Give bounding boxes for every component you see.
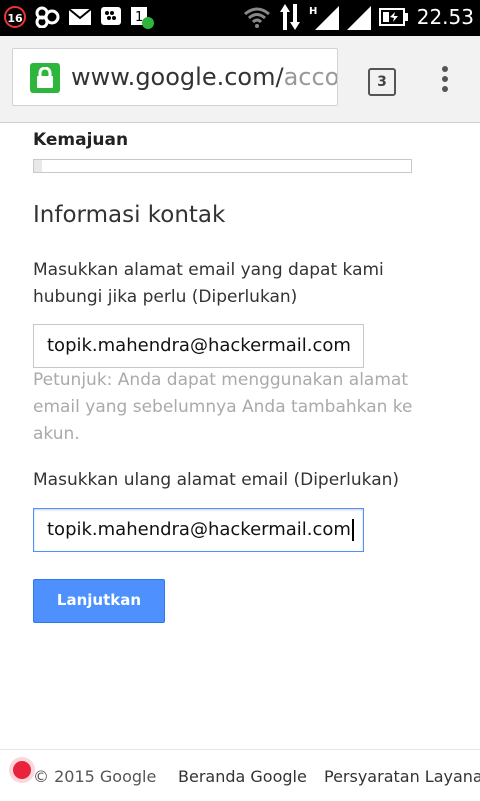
tab-switcher-button[interactable]: 3 [368, 68, 396, 96]
hspa-icon: H [309, 6, 339, 30]
email-hint: Petunjuk: Anda dapat menggunakan alamat … [33, 370, 413, 444]
url-path: accou [283, 63, 338, 91]
progress-fill [34, 160, 42, 172]
bbm-icon [101, 7, 121, 25]
url-text: www.google.com/accou [71, 63, 338, 91]
signal-icon [346, 6, 371, 30]
continue-button[interactable]: Lanjutkan [33, 579, 165, 623]
progress-bar [33, 159, 412, 173]
sync-icon [35, 6, 60, 28]
copyright-text: © 2015 Google [33, 767, 157, 786]
browser-toolbar: www.google.com/accou 3 [0, 36, 480, 123]
notification-badge-icon: 16 [4, 6, 26, 28]
address-bar[interactable]: www.google.com/accou [12, 48, 338, 106]
status-left-icons: 16 1 [4, 5, 154, 29]
status-bar: 16 1 H 22.53 [0, 0, 480, 36]
mail-icon [68, 8, 92, 25]
confirm-email-field[interactable]: topik.mahendra@hackermail.com [33, 508, 364, 552]
status-right-icons: H 22.53 [243, 4, 474, 30]
lock-icon [30, 63, 60, 93]
email-label: Masukkan alamat email yang dapat kami hu… [33, 260, 384, 307]
confirm-email-value: topik.mahendra@hackermail.com [47, 519, 351, 540]
text-caret [351, 519, 354, 541]
email-field[interactable]: topik.mahendra@hackermail.com [33, 324, 364, 368]
url-domain: www.google.com/ [71, 63, 284, 91]
battery-icon [378, 8, 408, 26]
svg-text:H: H [309, 6, 317, 17]
terms-link[interactable]: Persyaratan Layanan [324, 767, 480, 786]
page-footer: © 2015 Google Beranda Google Persyaratan… [0, 749, 480, 801]
data-transfer-icon [279, 4, 300, 30]
google-home-link[interactable]: Beranda Google [178, 767, 307, 786]
progress-label: Kemajuan [33, 130, 129, 150]
record-indicator-icon [13, 761, 31, 779]
confirm-email-label: Masukkan ulang alamat email (Diperlukan) [33, 470, 400, 490]
sync-update-icon: 1 [131, 7, 154, 29]
wifi-icon [243, 7, 270, 28]
overflow-menu-icon[interactable] [440, 66, 450, 96]
clock: 22.53 [416, 5, 474, 29]
section-title: Informasi kontak [33, 202, 226, 228]
